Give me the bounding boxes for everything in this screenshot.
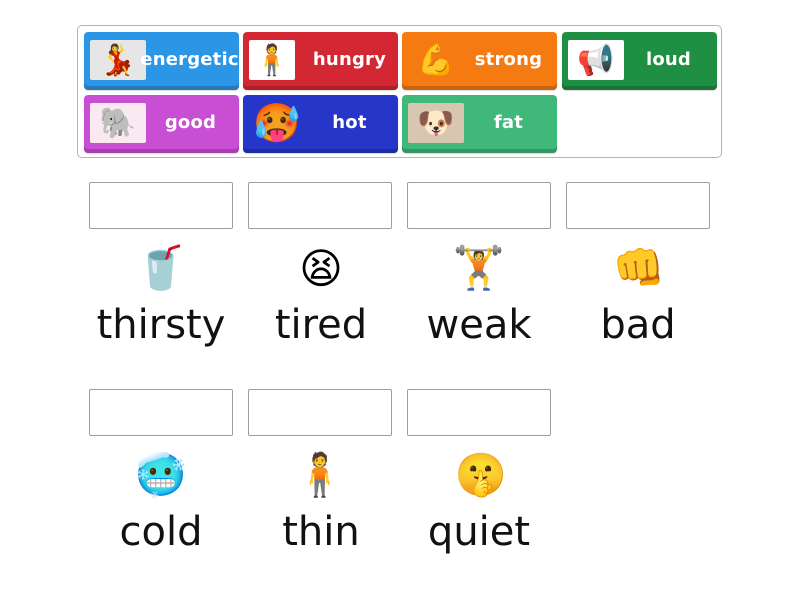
word-bad: bad bbox=[600, 302, 676, 348]
tile-label: good bbox=[164, 111, 217, 133]
shushing-woman-photo-icon: 🤫 bbox=[454, 450, 508, 499]
tile-label: hungry bbox=[312, 48, 387, 70]
tile-label: loud bbox=[645, 48, 692, 70]
tile-fat[interactable]: 🐶 fat bbox=[402, 95, 557, 153]
tile-label: fat bbox=[493, 111, 524, 133]
word-tired: tired bbox=[274, 302, 368, 348]
elephant-cartoon-icon: 🐘 bbox=[90, 103, 146, 143]
flexed-bicep-icon: 💪 bbox=[417, 42, 455, 78]
word-thin: thin bbox=[282, 509, 360, 555]
dancing-woman-photo-icon: 💃 bbox=[90, 40, 146, 80]
drop-slot-tired[interactable] bbox=[248, 182, 392, 229]
shouting-man-photo-icon: 📢 bbox=[568, 40, 624, 80]
tile-label: energetic bbox=[140, 48, 239, 70]
drop-slot-thin[interactable] bbox=[248, 389, 392, 436]
word-quiet: quiet bbox=[427, 509, 531, 555]
drop-slot-weak[interactable] bbox=[407, 182, 551, 229]
tile-good[interactable]: 🐘 good bbox=[84, 95, 239, 153]
tile-loud[interactable]: 📢 loud bbox=[562, 32, 717, 90]
hot-face-emoji-icon: 🥵 bbox=[253, 103, 301, 143]
fat-dog-photo-icon: 🐶 bbox=[408, 103, 464, 143]
drop-slot-quiet[interactable] bbox=[407, 389, 551, 436]
word-thirsty: thirsty bbox=[96, 302, 226, 348]
hungry-girl-clipart-icon: 🧍 bbox=[249, 40, 295, 80]
weak-weightlifter-clipart-icon: 🏋 bbox=[452, 243, 506, 292]
thirsty-boy-clipart-icon: 🥤 bbox=[134, 243, 188, 292]
thin-boy-photo-icon: 🧍 bbox=[293, 450, 347, 499]
word-weak: weak bbox=[426, 302, 532, 348]
drop-slot-thirsty[interactable] bbox=[89, 182, 233, 229]
angry-fist-clipart-icon: 👊 bbox=[612, 243, 666, 292]
tile-label: strong bbox=[474, 48, 543, 70]
tile-hungry[interactable]: 🧍 hungry bbox=[243, 32, 398, 90]
word-cold: cold bbox=[119, 509, 203, 555]
tile-energetic[interactable]: 💃 energetic bbox=[84, 32, 239, 90]
tile-hot[interactable]: 🥵 hot bbox=[243, 95, 398, 153]
drop-slot-cold[interactable] bbox=[89, 389, 233, 436]
shivering-man-clipart-icon: 🥶 bbox=[134, 450, 188, 499]
tired-girl-clipart-icon: 😫 bbox=[299, 243, 343, 293]
drop-slot-bad[interactable] bbox=[566, 182, 710, 229]
tile-strong[interactable]: 💪 strong bbox=[402, 32, 557, 90]
tile-label: hot bbox=[332, 111, 367, 133]
